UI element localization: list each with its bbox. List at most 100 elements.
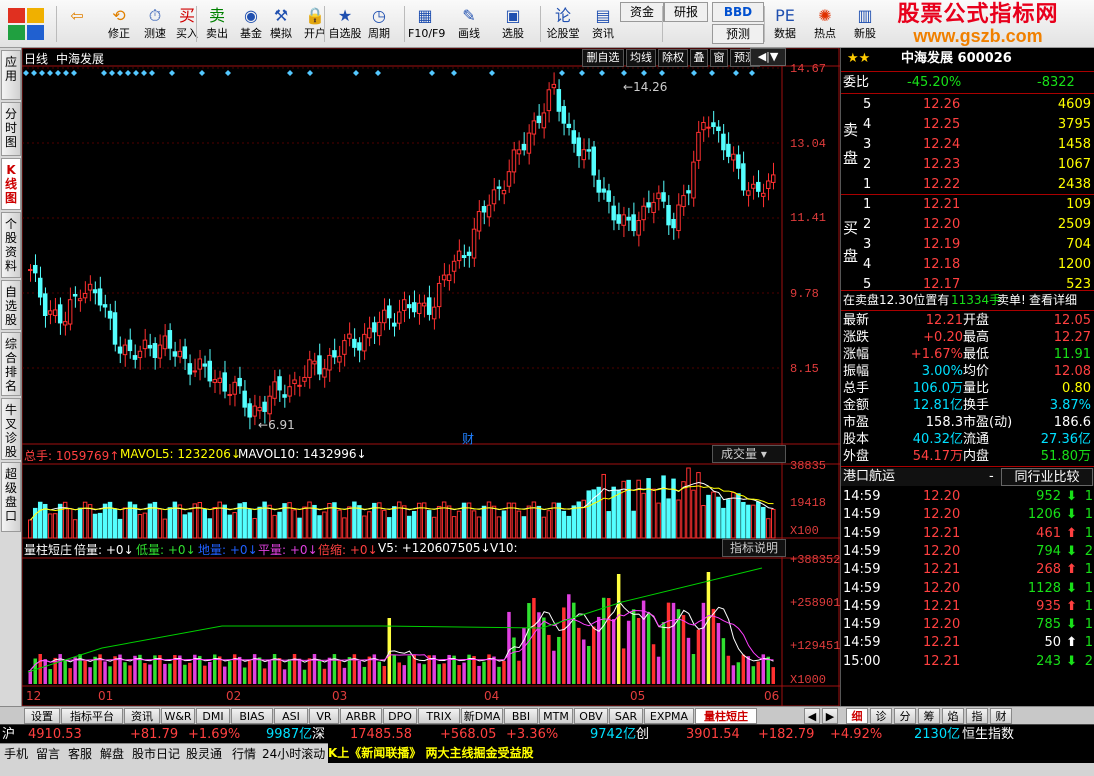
bottom-tab[interactable]: 设置 [24, 708, 60, 724]
research-button[interactable]: 研报 [664, 2, 708, 22]
quote-tab[interactable]: 诊 [870, 708, 892, 724]
order-notice[interactable]: 在卖盘12.30位置有 11334手 卖单! 查看详细 [841, 291, 1094, 309]
stock-pick-button[interactable]: ▣ 选股 [496, 2, 530, 46]
candle-body [42, 293, 48, 317]
status-item[interactable]: 股市日记 [132, 744, 180, 764]
bottom-tab[interactable]: 量柱短庄 [695, 708, 757, 724]
bottom-tab[interactable]: ARBR [340, 708, 382, 724]
indicator-help-button[interactable]: 指标说明 [722, 539, 786, 557]
chart-menu-button[interactable]: ◀|▼ [750, 48, 786, 66]
bottom-tab[interactable]: DMI [196, 708, 230, 724]
quote-tab[interactable]: 分 [894, 708, 916, 724]
vol-indicator-dropdown[interactable]: 成交量 ▾ [712, 445, 786, 463]
bid-row[interactable]: 4 12.18 1200 [841, 256, 1094, 274]
view-details-link[interactable]: 查看详细 [1029, 291, 1077, 309]
status-item[interactable]: 手机 [4, 744, 28, 764]
ask-row[interactable]: 1 12.22 2438 [841, 176, 1094, 194]
chart-canvas[interactable] [22, 48, 840, 706]
bottom-tab[interactable]: BIAS [231, 708, 273, 724]
f10-button[interactable]: ▦ F10/F9 [408, 2, 445, 46]
speed-test-button[interactable]: ⏱ 测速 [138, 2, 172, 46]
news-ticker[interactable]: K上《新闻联播》 两大主线掘金受益股 [328, 743, 1094, 763]
quote-tab[interactable]: 筹 [918, 708, 940, 724]
bottom-tab[interactable]: 指标平台 [61, 708, 123, 724]
bottom-tab[interactable]: EXPMA [644, 708, 694, 724]
ask-row[interactable]: 3 12.24 1458 [841, 136, 1094, 154]
quote-tab[interactable]: 指 [966, 708, 988, 724]
data-button[interactable]: PE 数据 [768, 2, 802, 46]
bottom-tab[interactable]: 资讯 [124, 708, 160, 724]
ind-pingliang: 平量: +0↓ [258, 543, 318, 557]
quote-tab[interactable]: 财 [990, 708, 1012, 724]
forecast-button[interactable]: 预测 [712, 24, 764, 44]
quote-tab[interactable]: 焰 [942, 708, 964, 724]
left-tab-stock-info[interactable]: 个股资料 [1, 212, 21, 278]
ask-row[interactable]: 4 12.25 3795 [841, 116, 1094, 134]
status-item[interactable]: 留言 [36, 744, 60, 764]
price-label-5: 8.15 [790, 362, 819, 376]
quote-tab[interactable]: 细 [846, 708, 868, 724]
volume-bar [536, 505, 542, 539]
status-item[interactable]: 客服 [68, 744, 92, 764]
signal-diamond [599, 70, 605, 76]
draw-line-button[interactable]: ✎ 画线 [452, 2, 486, 46]
industry-compare-button[interactable]: 同行业比较 [1001, 468, 1093, 486]
status-item[interactable]: 解盘 [100, 744, 124, 764]
left-tab-time-chart[interactable]: 分时图 [1, 102, 21, 156]
left-tab-app[interactable]: 应用 [1, 50, 21, 100]
chart-button-0[interactable]: 删自选 [582, 49, 624, 67]
tab-scroll-left[interactable]: ◀ [804, 708, 820, 724]
bottom-tab[interactable]: OBV [574, 708, 608, 724]
bbd-button[interactable]: BBD [712, 2, 764, 22]
bottom-tab[interactable]: SAR [609, 708, 643, 724]
status-item[interactable]: 行情 [232, 744, 256, 764]
x-axis-label: 04 [484, 689, 500, 703]
finance-marker[interactable]: 财 [462, 430, 474, 447]
hot-button[interactable]: ✺ 热点 [808, 2, 842, 46]
back-arrow-button[interactable]: ⇦ [60, 2, 94, 46]
chart-button-1[interactable]: 均线 [626, 49, 656, 67]
app-logo-icon[interactable] [6, 6, 46, 42]
capital-button[interactable]: 资金 [620, 2, 664, 22]
bottom-tab[interactable]: MTM [539, 708, 573, 724]
modify-button[interactable]: ⟲ 修正 [102, 2, 136, 46]
bottom-tab[interactable]: W&R [161, 708, 195, 724]
bid-row[interactable]: 1 12.21 109 [841, 196, 1094, 214]
bottom-tab[interactable]: TRIX [418, 708, 460, 724]
bottom-tab[interactable]: 新DMA [461, 708, 503, 724]
kline-chart-panel[interactable]: 日线 中海发展 删自选 均线 除权叠窗预测 ◀|▼ ←14.26 ←6.91 财 1… [22, 48, 840, 706]
bottom-tab[interactable]: BBI [504, 708, 538, 724]
indicator-bar [492, 656, 496, 684]
left-tab-super-quote[interactable]: 超级盘口 [1, 462, 21, 532]
left-tab-kline-chart[interactable]: K线图 [1, 158, 21, 210]
tab-scroll-right[interactable]: ▶ [822, 708, 838, 724]
news-button[interactable]: ▤ 资讯 [586, 2, 620, 46]
ask-row[interactable]: 5 12.26 4609 [841, 96, 1094, 114]
industry-name[interactable]: 港口航运 [843, 468, 895, 486]
sell-button[interactable]: 卖卖出 [200, 2, 234, 46]
period-button[interactable]: ◷ 周期 [362, 2, 396, 46]
chart-button-2[interactable]: 除权 [658, 49, 688, 67]
chart-button-4[interactable]: 窗 [710, 49, 728, 67]
stat-row: 外盘 54.17万 内盘 51.80万 [843, 449, 1091, 464]
forum-button[interactable]: 论论股堂 [546, 2, 580, 46]
simulate-button[interactable]: ⚒ 模拟 [264, 2, 298, 46]
indicator-bar [502, 660, 506, 684]
watchlist-button[interactable]: ★ 自选股 [328, 2, 362, 46]
buy-button[interactable]: 买买入 [170, 2, 204, 46]
star-icon[interactable]: ★★ [847, 50, 870, 68]
left-tab-diagnosis[interactable]: 牛叉诊股 [1, 398, 21, 460]
fund-button[interactable]: ◉ 基金 [234, 2, 268, 46]
left-tab-watchlist[interactable]: 自选股 [1, 280, 21, 330]
bottom-tab[interactable]: ASI [274, 708, 308, 724]
bottom-tab[interactable]: DPO [383, 708, 417, 724]
bid-row[interactable]: 2 12.20 2509 [841, 216, 1094, 234]
left-tab-ranking[interactable]: 综合排名 [1, 332, 21, 396]
bid-row[interactable]: 3 12.19 704 [841, 236, 1094, 254]
status-item[interactable]: 股灵通 [186, 744, 222, 764]
open-account-button[interactable]: 🔒 开户 [298, 2, 332, 46]
chart-button-3[interactable]: 叠 [690, 49, 708, 67]
status-item[interactable]: 24小时滚动 [262, 744, 325, 764]
ask-row[interactable]: 2 12.23 1067 [841, 156, 1094, 174]
bottom-tab[interactable]: VR [309, 708, 339, 724]
